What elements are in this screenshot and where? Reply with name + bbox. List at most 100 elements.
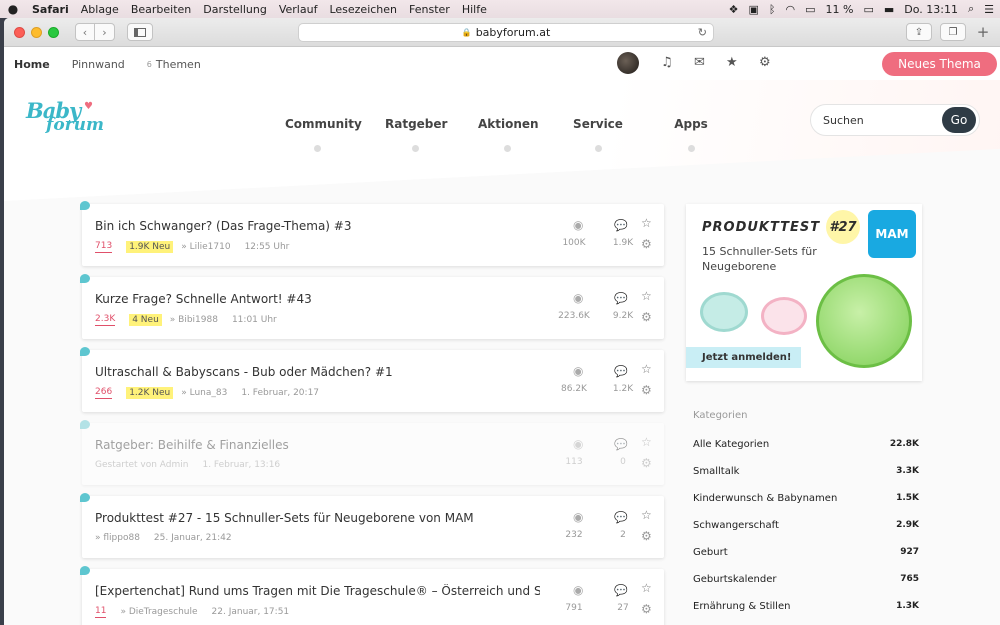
- thread-author[interactable]: » Bibi1988: [170, 315, 218, 325]
- window-controls: [14, 26, 59, 38]
- thread-gear-icon[interactable]: ⚙: [641, 602, 652, 616]
- dropbox-icon[interactable]: ❖: [729, 3, 739, 16]
- category-item[interactable]: Smalltalk 3.3K: [693, 466, 919, 493]
- mam-logo: MAM: [868, 210, 916, 258]
- thread-started-by[interactable]: Gestartet von Admin: [95, 460, 188, 470]
- menu-hilfe[interactable]: Hilfe: [462, 3, 487, 16]
- nav-themen[interactable]: Themen: [156, 58, 201, 71]
- category-item[interactable]: Kinderwunsch & Babynamen 1.5K: [693, 493, 919, 520]
- menu-darstellung[interactable]: Darstellung: [203, 3, 267, 16]
- thread-author[interactable]: » Lilie1710: [181, 242, 230, 252]
- forward-button[interactable]: ›: [95, 23, 115, 41]
- new-badge[interactable]: 4 Neu: [129, 314, 162, 326]
- reply-count-link[interactable]: 11: [95, 606, 107, 618]
- thread-gear-icon[interactable]: ⚙: [641, 383, 652, 397]
- nav-aktionen[interactable]: Aktionen: [478, 117, 539, 152]
- pacifier-mint-image: [700, 292, 748, 332]
- nav-community[interactable]: Community: [285, 117, 362, 152]
- favorite-star-icon[interactable]: ☆: [641, 508, 652, 522]
- spotlight-icon[interactable]: ⌕: [968, 2, 974, 16]
- bell-icon[interactable]: ♫: [661, 55, 673, 70]
- thread-item[interactable]: Ratgeber: Beihilfe & Finanzielles Gestar…: [80, 420, 664, 485]
- ad-signup-button[interactable]: Jetzt anmelden!: [686, 347, 801, 368]
- reply-count-link[interactable]: 713: [95, 241, 113, 253]
- favorite-star-icon[interactable]: ☆: [641, 289, 652, 303]
- category-name: Geburtskalender: [693, 574, 777, 585]
- thread-author[interactable]: » DieTrageschule: [120, 607, 197, 617]
- category-item[interactable]: Ernährung & Stillen 1.3K: [693, 601, 919, 625]
- menu-ablage[interactable]: Ablage: [81, 3, 119, 16]
- new-topic-button[interactable]: Neues Thema: [882, 52, 997, 76]
- wifi-icon[interactable]: ◠: [785, 3, 795, 16]
- zoom-window-icon[interactable]: [48, 26, 59, 38]
- battery-percent[interactable]: 11 %: [825, 3, 853, 16]
- search-input[interactable]: Suchen Go: [810, 104, 980, 136]
- thread-item[interactable]: Produkttest #27 - 15 Schnuller-Sets für …: [80, 493, 664, 558]
- thread-item[interactable]: Bin ich Schwanger? (Das Frage-Thema) #3 …: [80, 201, 664, 266]
- thread-item[interactable]: [Expertenchat] Rund ums Tragen mit Die T…: [80, 566, 664, 625]
- tabs-overview-button[interactable]: ❐: [940, 23, 966, 41]
- nav-ratgeber[interactable]: Ratgeber: [385, 117, 447, 152]
- thread-title[interactable]: [Expertenchat] Rund ums Tragen mit Die T…: [95, 584, 540, 598]
- bluetooth-icon[interactable]: ᛒ: [769, 3, 776, 16]
- flag-icon[interactable]: ▬: [884, 3, 894, 16]
- thread-author[interactable]: » Luna_83: [181, 388, 227, 398]
- back-button[interactable]: ‹: [75, 23, 95, 41]
- inbox-icon[interactable]: ✉: [694, 55, 705, 70]
- nav-service[interactable]: Service: [573, 117, 623, 152]
- nav-apps[interactable]: Apps: [674, 117, 708, 152]
- thread-gear-icon[interactable]: ⚙: [641, 456, 652, 470]
- category-item[interactable]: Geburt 927: [693, 547, 919, 574]
- views-eye-icon: ◉: [573, 218, 584, 232]
- screen-icon[interactable]: ▭: [805, 3, 815, 16]
- favorite-star-icon[interactable]: ☆: [641, 435, 652, 449]
- new-tab-button[interactable]: +: [974, 23, 992, 41]
- clock[interactable]: Do. 13:11: [904, 3, 958, 16]
- thread-gear-icon[interactable]: ⚙: [641, 237, 652, 251]
- address-bar[interactable]: 🔒 babyforum.at ↻: [298, 23, 714, 42]
- reply-count-link[interactable]: 266: [95, 387, 113, 399]
- star-icon[interactable]: ★: [726, 55, 738, 70]
- reload-icon[interactable]: ↻: [698, 26, 707, 39]
- reply-count-link[interactable]: 2.3K: [95, 314, 116, 326]
- avatar[interactable]: [617, 52, 639, 74]
- close-window-icon[interactable]: [14, 26, 25, 38]
- thread-item[interactable]: Kurze Frage? Schnelle Antwort! #43 2.3K …: [80, 274, 664, 339]
- favorite-star-icon[interactable]: ☆: [641, 362, 652, 376]
- thread-title[interactable]: Ratgeber: Beihilfe & Finanzielles: [95, 438, 540, 452]
- menu-lesezeichen[interactable]: Lesezeichen: [329, 3, 397, 16]
- thread-item[interactable]: Ultraschall & Babyscans - Bub oder Mädch…: [80, 347, 664, 412]
- thread-gear-icon[interactable]: ⚙: [641, 529, 652, 543]
- header-hero: Baby forum ♥ Community Ratgeber Aktionen…: [4, 80, 1000, 215]
- menu-bearbeiten[interactable]: Bearbeiten: [131, 3, 191, 16]
- thread-gear-icon[interactable]: ⚙: [641, 310, 652, 324]
- favorite-star-icon[interactable]: ☆: [641, 581, 652, 595]
- share-button[interactable]: ⇪: [906, 23, 932, 41]
- thread-title[interactable]: Kurze Frage? Schnelle Antwort! #43: [95, 292, 540, 306]
- apple-menu-icon[interactable]: ●: [6, 2, 20, 16]
- notification-icon[interactable]: ▣: [748, 3, 758, 16]
- category-count: 1.5K: [896, 493, 919, 503]
- minimize-window-icon[interactable]: [31, 26, 42, 38]
- category-item[interactable]: Alle Kategorien 22.8K: [693, 439, 919, 466]
- nav-pinnwand[interactable]: Pinnwand: [72, 58, 125, 71]
- menu-app[interactable]: Safari: [32, 3, 69, 16]
- produkttest-ad-banner[interactable]: PRODUKTTEST #27 15 Schnuller-Sets für Ne…: [686, 204, 922, 381]
- category-item[interactable]: Schwangerschaft 2.9K: [693, 520, 919, 547]
- settings-gear-icon[interactable]: ⚙: [759, 55, 771, 70]
- favorite-star-icon[interactable]: ☆: [641, 216, 652, 230]
- nav-home[interactable]: Home: [14, 58, 50, 71]
- sidebar-toggle-button[interactable]: [127, 23, 153, 41]
- thread-author[interactable]: » flippo88: [95, 533, 140, 543]
- thread-title[interactable]: Ultraschall & Babyscans - Bub oder Mädch…: [95, 365, 540, 379]
- thread-title[interactable]: Bin ich Schwanger? (Das Frage-Thema) #3: [95, 219, 540, 233]
- menu-fenster[interactable]: Fenster: [409, 3, 450, 16]
- new-badge[interactable]: 1.9K Neu: [126, 241, 174, 253]
- new-badge[interactable]: 1.2K Neu: [126, 387, 174, 399]
- comment-bubble-icon: 💬: [614, 511, 628, 524]
- menu-verlauf[interactable]: Verlauf: [279, 3, 318, 16]
- thread-title[interactable]: Produkttest #27 - 15 Schnuller-Sets für …: [95, 511, 540, 525]
- search-go-button[interactable]: Go: [942, 107, 976, 133]
- category-item[interactable]: Geburtskalender 765: [693, 574, 919, 601]
- menu-list-icon[interactable]: ☰: [984, 3, 994, 16]
